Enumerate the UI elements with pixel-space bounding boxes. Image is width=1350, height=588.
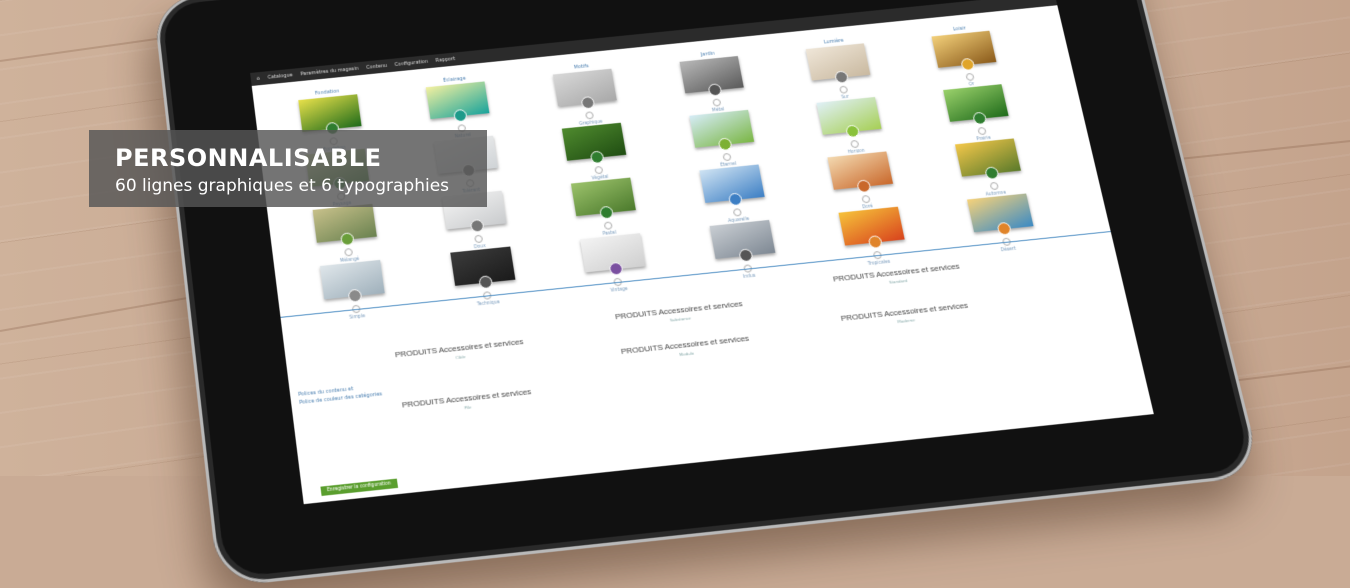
style-thumbnail[interactable] [580, 233, 646, 276]
color-swatch-dot [469, 218, 485, 233]
menu-item-rapport[interactable]: Rapport [435, 56, 455, 63]
style-thumbnail[interactable] [966, 193, 1034, 236]
tablet-device: ⌂ Catalogue Paramètres du magasin Conten… [152, 0, 1263, 588]
style-thumbnail[interactable] [450, 246, 516, 290]
color-swatch-dot [984, 166, 1000, 180]
color-swatch-dot [717, 137, 733, 152]
style-thumbnail[interactable] [931, 30, 997, 72]
style-thumbnail[interactable] [816, 96, 882, 139]
style-thumbnail[interactable] [709, 219, 776, 263]
color-swatch-dot [834, 70, 850, 84]
caption-overlay: PERSONNALISABLE 60 lignes graphiques et … [89, 130, 487, 207]
font-option[interactable]: PRODUITS Accessoires et services Substanc… [567, 294, 791, 333]
font-option[interactable]: PRODUITS Accessoires et services Moderne [793, 296, 1017, 335]
color-swatch-dot [478, 275, 494, 290]
color-swatch-dot [339, 232, 355, 247]
menu-item-contenu[interactable]: Contenu [366, 63, 387, 71]
color-swatch-dot [599, 205, 615, 220]
style-thumbnail[interactable] [570, 177, 636, 220]
style-thumbnail[interactable] [838, 206, 905, 249]
save-button[interactable]: Enregistrer la configuration [320, 478, 398, 496]
color-swatch-dot [727, 192, 744, 207]
font-option[interactable]: PRODUITS Accessoires et services Modulo [573, 329, 798, 368]
color-swatch-dot [845, 124, 861, 139]
color-swatch-dot [347, 288, 363, 303]
color-swatch-dot [972, 111, 988, 126]
style-thumbnail[interactable] [319, 259, 385, 303]
style-thumbnail[interactable] [679, 55, 744, 97]
color-swatch-dot [589, 150, 605, 165]
style-thumbnail[interactable] [954, 138, 1021, 180]
color-swatch-dot [856, 179, 872, 194]
home-icon[interactable]: ⌂ [256, 76, 260, 82]
style-thumbnail[interactable] [312, 203, 377, 247]
color-swatch-dot [608, 261, 624, 276]
style-thumbnail[interactable] [425, 81, 490, 123]
color-swatch-dot [580, 96, 596, 110]
style-thumbnail[interactable] [561, 122, 627, 165]
color-swatch-dot [996, 221, 1013, 236]
color-swatch-dot [453, 108, 468, 123]
style-thumbnail[interactable] [827, 151, 894, 194]
style-thumbnail[interactable] [298, 94, 362, 136]
font-option[interactable]: PRODUITS Accessoires et services Pile [354, 382, 581, 422]
style-thumbnail[interactable] [699, 164, 765, 207]
color-swatch-dot [867, 235, 884, 249]
color-swatch-dot [960, 57, 976, 72]
style-thumbnail[interactable] [943, 84, 1009, 126]
caption-subline: 60 lignes graphiques et 6 typographies [115, 176, 450, 196]
font-option[interactable]: PRODUITS Accessoires et services Cible [347, 332, 572, 371]
caption-headline: PERSONNALISABLE [115, 144, 382, 172]
style-thumbnail[interactable] [805, 43, 871, 84]
style-thumbnail[interactable] [552, 68, 617, 110]
menu-item-parametres[interactable]: Paramètres du magasin [300, 66, 359, 77]
menu-item-configuration[interactable]: Configuration [394, 59, 428, 68]
style-thumbnail[interactable] [689, 109, 755, 152]
menu-item-catalogue[interactable]: Catalogue [267, 73, 293, 81]
color-swatch-dot [738, 248, 754, 263]
color-swatch-dot [707, 83, 723, 97]
